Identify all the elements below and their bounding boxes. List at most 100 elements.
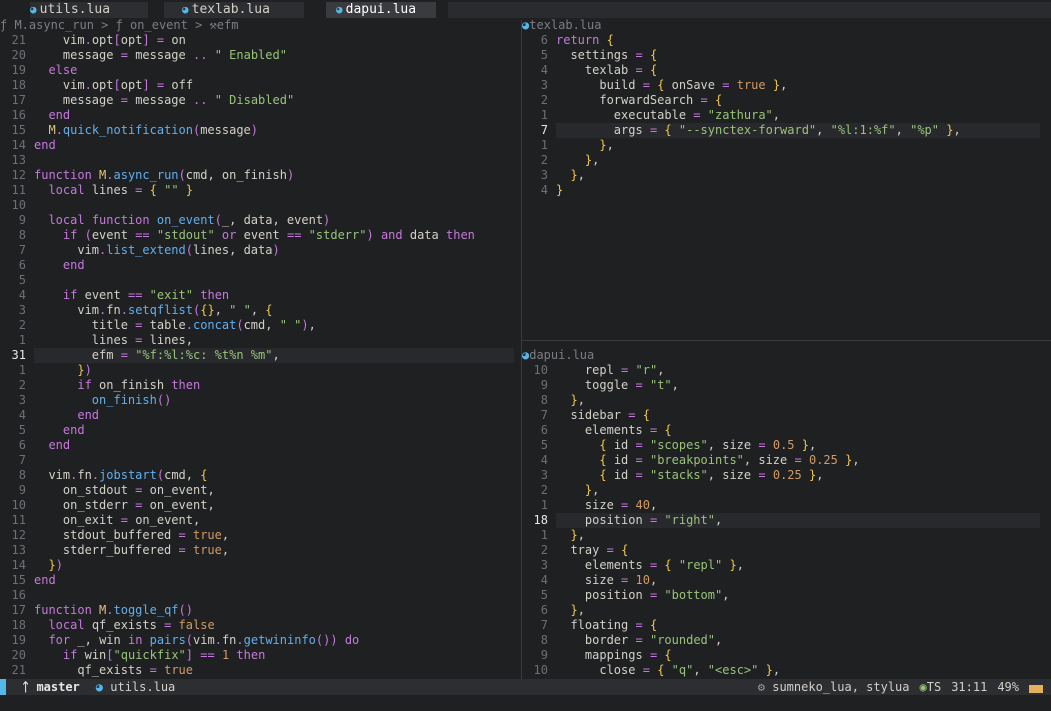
- line-number[interactable]: 7: [522, 618, 556, 633]
- line-number[interactable]: 8: [0, 228, 34, 243]
- code-line[interactable]: 9 toggle = "t",: [522, 378, 1051, 393]
- texlab-window[interactable]: ◕texlab.lua 6 return {5 settings = {4 tex…: [522, 18, 1051, 340]
- line-number[interactable]: 2: [522, 543, 556, 558]
- code-line[interactable]: 18 vim.opt[opt] = off: [0, 78, 521, 93]
- code-text[interactable]: floating = {: [556, 618, 657, 633]
- code-text[interactable]: },: [556, 138, 613, 153]
- code-text[interactable]: args = { "--synctex-forward", "%l:1:%f",…: [556, 123, 1040, 138]
- line-number[interactable]: 16: [0, 108, 34, 123]
- line-number[interactable]: 2: [522, 483, 556, 498]
- code-line[interactable]: 4 end: [0, 408, 521, 423]
- code-line[interactable]: 5 end: [0, 423, 521, 438]
- line-number[interactable]: 1: [522, 498, 556, 513]
- line-number[interactable]: 14: [0, 138, 34, 153]
- code-text[interactable]: },: [556, 393, 584, 408]
- line-number[interactable]: 2: [0, 318, 34, 333]
- code-text[interactable]: size = 40,: [556, 498, 657, 513]
- code-line[interactable]: 12 function M.async_run(cmd, on_finish): [0, 168, 521, 183]
- code-line[interactable]: 6 end: [0, 438, 521, 453]
- code-line[interactable]: 6 end: [0, 258, 521, 273]
- tab-texlab[interactable]: ◕ texlab.lua: [164, 2, 304, 18]
- line-number[interactable]: 18: [0, 618, 34, 633]
- line-number[interactable]: 4: [522, 183, 556, 198]
- code-text[interactable]: }): [34, 363, 91, 378]
- line-number[interactable]: 11: [0, 183, 34, 198]
- code-line[interactable]: 11 on_exit = on_event,: [0, 513, 521, 528]
- code-text[interactable]: local function on_event(_, data, event): [34, 213, 330, 228]
- line-number[interactable]: 1: [522, 108, 556, 123]
- code-text[interactable]: title = table.concat(cmd, " "),: [34, 318, 316, 333]
- line-number[interactable]: 15: [0, 123, 34, 138]
- code-line[interactable]: 1 lines = lines,: [0, 333, 521, 348]
- line-number[interactable]: 7: [522, 408, 556, 423]
- code-text[interactable]: local qf_exists = false: [34, 618, 214, 633]
- breadcrumb[interactable]: ƒ M.async_run > ƒ on_event > ⚒efm: [0, 18, 521, 33]
- code-text[interactable]: executable = "zathura",: [556, 108, 780, 123]
- code-text[interactable]: vim.list_extend(lines, data): [34, 243, 279, 258]
- code-line[interactable]: 10 repl = "r",: [522, 363, 1051, 378]
- code-text[interactable]: message = message .. " Disabled": [34, 93, 294, 108]
- code-text[interactable]: end: [34, 108, 70, 123]
- code-line[interactable]: 14 }): [0, 558, 521, 573]
- code-line[interactable]: 1 },: [522, 138, 1051, 153]
- line-number[interactable]: 7: [522, 123, 556, 138]
- code-line[interactable]: 2 if on_finish then: [0, 378, 521, 393]
- horizontal-split[interactable]: [522, 340, 1051, 341]
- code-line[interactable]: 2 },: [522, 483, 1051, 498]
- line-number[interactable]: 13: [0, 543, 34, 558]
- code-text[interactable]: border = "rounded",: [556, 633, 722, 648]
- code-text[interactable]: stdout_buffered = true,: [34, 528, 229, 543]
- code-text[interactable]: size = 10,: [556, 573, 657, 588]
- code-text[interactable]: local lines = { "" }: [34, 183, 193, 198]
- line-number[interactable]: 4: [522, 573, 556, 588]
- code-text[interactable]: },: [556, 483, 599, 498]
- line-number[interactable]: 6: [522, 603, 556, 618]
- code-text[interactable]: { id = "stacks", size = 0.25 },: [556, 468, 823, 483]
- code-text[interactable]: },: [556, 168, 584, 183]
- code-line[interactable]: 1 executable = "zathura",: [522, 108, 1051, 123]
- line-number[interactable]: 3: [522, 468, 556, 483]
- code-text[interactable]: sidebar = {: [556, 408, 650, 423]
- code-line[interactable]: 13 stderr_buffered = true,: [0, 543, 521, 558]
- line-number[interactable]: 8: [522, 633, 556, 648]
- code-line[interactable]: 20 if win["quickfix"] == 1 then: [0, 648, 521, 663]
- line-number[interactable]: 3: [522, 558, 556, 573]
- code-line[interactable]: 6 },: [522, 603, 1051, 618]
- code-line[interactable]: 13: [0, 153, 521, 168]
- code-text[interactable]: function M.async_run(cmd, on_finish): [34, 168, 294, 183]
- code-line[interactable]: 8 border = "rounded",: [522, 633, 1051, 648]
- line-number[interactable]: 4: [0, 408, 34, 423]
- code-line[interactable]: 2 title = table.concat(cmd, " "),: [0, 318, 521, 333]
- code-text[interactable]: end: [34, 573, 56, 588]
- code-line[interactable]: 11 local lines = { "" }: [0, 183, 521, 198]
- code-line[interactable]: 9 local function on_event(_, data, event…: [0, 213, 521, 228]
- line-number[interactable]: 20: [0, 48, 34, 63]
- code-line[interactable]: 21 qf_exists = true: [0, 663, 521, 678]
- left-code-lines[interactable]: 21 vim.opt[opt] = on 20 message = message…: [0, 33, 521, 678]
- code-text[interactable]: vim.opt[opt] = off: [34, 78, 193, 93]
- line-number[interactable]: 13: [0, 153, 34, 168]
- code-text[interactable]: vim.fn.setqflist({}, " ", {: [34, 303, 272, 318]
- code-line[interactable]: 19 else: [0, 63, 521, 78]
- line-number[interactable]: 18: [522, 513, 556, 528]
- code-text[interactable]: on_stdout = on_event,: [34, 483, 215, 498]
- code-line[interactable]: 14 end: [0, 138, 521, 153]
- dapui-code-lines[interactable]: 10 repl = "r", 9 toggle = "t", 8 }, 7 sideb…: [522, 363, 1051, 678]
- line-number[interactable]: 19: [0, 633, 34, 648]
- code-text[interactable]: for _, win in pairs(vim.fn.getwininfo())…: [34, 633, 359, 648]
- code-line[interactable]: 8 if (event == "stdout" or event == "std…: [0, 228, 521, 243]
- code-line[interactable]: 9 mappings = {: [522, 648, 1051, 663]
- line-number[interactable]: 5: [522, 48, 556, 63]
- code-line[interactable]: 8 },: [522, 393, 1051, 408]
- code-text[interactable]: on_stderr = on_event,: [34, 498, 215, 513]
- code-line[interactable]: 3 vim.fn.setqflist({}, " ", {: [0, 303, 521, 318]
- line-number[interactable]: 5: [522, 438, 556, 453]
- tab-dapui[interactable]: ◕ dapui.lua: [326, 2, 436, 18]
- line-number[interactable]: 9: [0, 213, 34, 228]
- code-text[interactable]: on_finish(): [34, 393, 172, 408]
- line-number[interactable]: 6: [0, 438, 34, 453]
- code-text[interactable]: if event == "exit" then: [34, 288, 229, 303]
- code-line[interactable]: 20 message = message .. " Enabled": [0, 48, 521, 63]
- line-number[interactable]: 3: [0, 393, 34, 408]
- code-line[interactable]: 6 elements = {: [522, 423, 1051, 438]
